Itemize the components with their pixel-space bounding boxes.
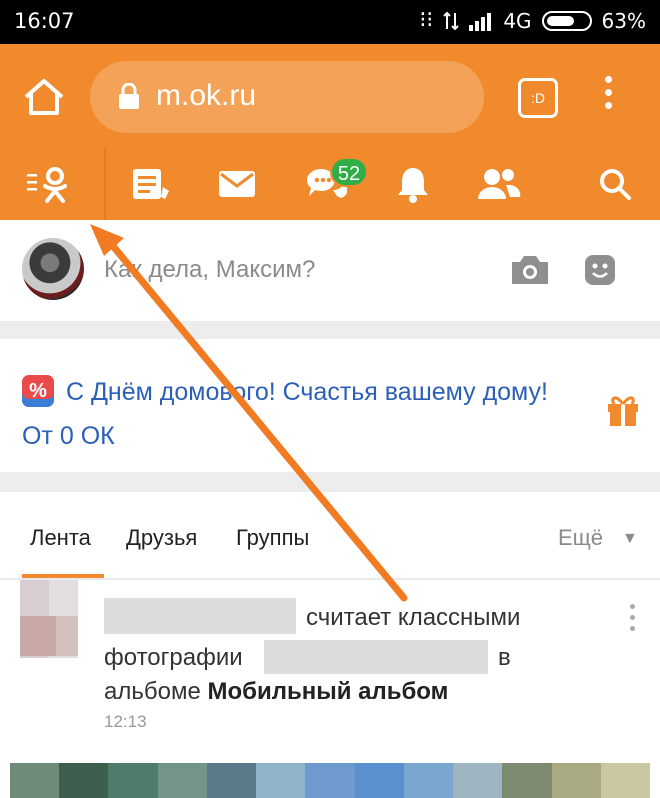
chevron-down-icon[interactable]: ▼ [622,530,638,548]
home-icon[interactable] [22,77,66,117]
ok-logo-icon [27,167,67,203]
album-name-link[interactable]: Мобильный альбом [207,678,448,705]
tabs-divider [0,578,660,580]
url-text: m.ok.ru [156,79,257,112]
messages-badge: 52 [330,157,368,187]
feed-action-text: считает классными [306,604,521,631]
album-photo-strip[interactable] [10,763,651,798]
blurred-author-name [104,598,296,634]
friends-icon[interactable] [464,148,534,220]
browser-toolbar: m.ok.ru :D [0,44,660,148]
feed-author-avatar[interactable] [20,580,78,658]
search-icon[interactable] [580,148,650,220]
status-bar: 16:07 ⁝⁝ 4G 63% [0,0,660,44]
status-time: 16:07 [14,9,75,33]
more-vert-icon[interactable] [598,76,618,116]
notes-icon[interactable] [116,148,186,220]
tab-friends[interactable]: Друзья [126,525,197,551]
gift-icon[interactable] [606,392,640,428]
status-icons: ⁝⁝ 4G 63% [419,9,646,33]
nav-divider [104,148,106,220]
feed-photos-text: фотографии [104,644,243,671]
section-separator [0,472,660,492]
bell-icon[interactable] [378,148,448,220]
battery-icon [541,11,592,31]
ok-nav-bar [0,148,660,220]
promo-link[interactable]: С Днём домового! Счастья вашему дому! От… [22,370,562,458]
tab-groups[interactable]: Группы [236,525,309,551]
post-composer [0,221,660,321]
lock-icon [119,83,139,109]
section-separator [0,321,660,339]
data-arrows-icon [443,11,460,31]
address-bar[interactable]: m.ok.ru [90,61,484,133]
feed-in-text: в [498,644,511,671]
tab-feed[interactable]: Лента [30,525,91,551]
menu-logo[interactable] [16,148,86,220]
feed-more-icon[interactable] [628,604,636,637]
network-type: 4G [503,9,532,33]
feed-album-prefix: альбоме [104,678,201,705]
battery-percent: 63% [601,9,646,33]
signal-icon [469,13,492,31]
post-input[interactable]: Как дела, Максим? [104,256,315,284]
smile-icon[interactable] [584,254,616,286]
avatar[interactable] [22,238,84,300]
tabs-icon[interactable]: :D [518,78,558,118]
feed-timestamp: 12:13 [104,712,147,731]
mail-icon[interactable] [202,148,272,220]
dots-icon: ⁝⁝ [419,8,434,33]
feed-album-line: альбоме Мобильный альбом [104,678,448,706]
camera-icon[interactable] [510,252,550,286]
blurred-photo-owner [264,640,488,674]
tab-more[interactable]: Ещё [558,525,603,551]
